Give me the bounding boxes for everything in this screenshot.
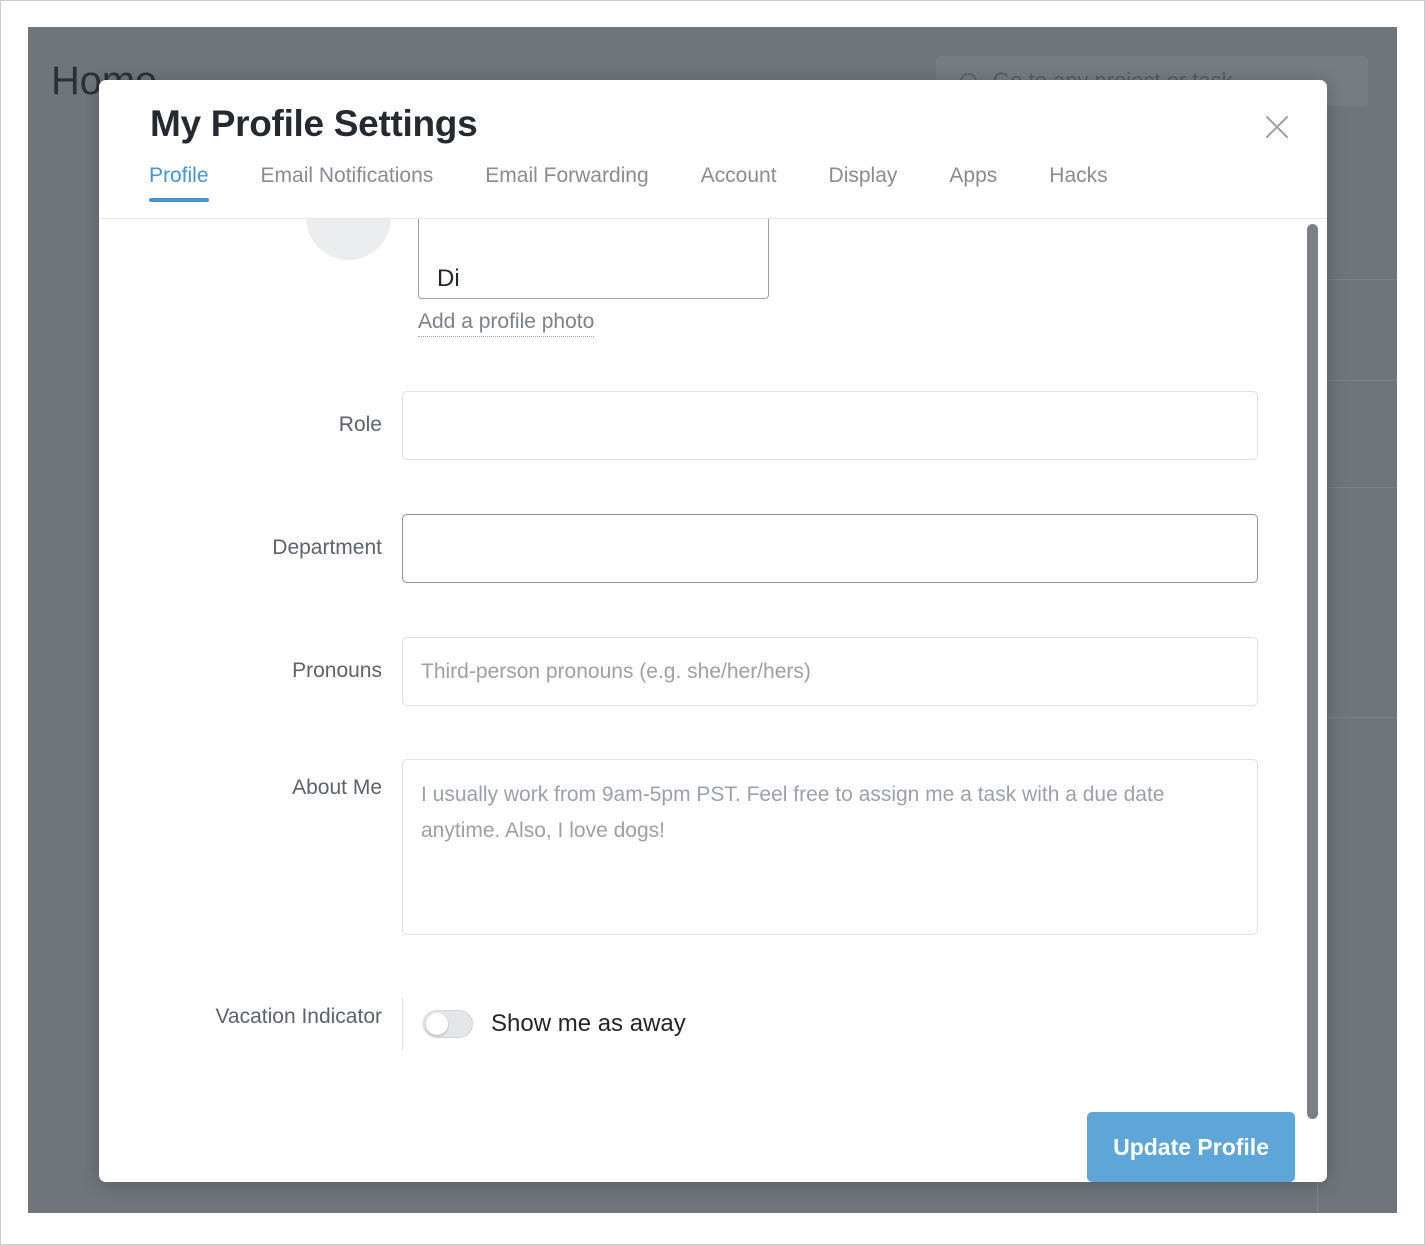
role-input[interactable] — [402, 391, 1258, 460]
role-control — [402, 391, 1327, 460]
name-input[interactable] — [418, 219, 769, 299]
avatar[interactable] — [306, 219, 391, 260]
tab-hacks[interactable]: Hacks — [1049, 164, 1107, 202]
background-row-divider — [1318, 279, 1397, 280]
tab-email-notifications[interactable]: Email Notifications — [261, 164, 434, 202]
about-me-label: About Me — [292, 776, 382, 799]
add-profile-photo-link[interactable]: Add a profile photo — [418, 310, 595, 337]
about-me-control — [402, 759, 1327, 940]
modal-scroll-body: Add a profile photo Role Department — [99, 219, 1327, 1182]
profile-settings-modal: My Profile Settings Profile Email Notifi… — [99, 80, 1327, 1182]
background-row-divider — [1318, 717, 1397, 718]
background-row-divider — [1318, 487, 1397, 488]
tab-email-forwarding[interactable]: Email Forwarding — [485, 164, 648, 202]
close-icon[interactable] — [1255, 105, 1299, 149]
pronouns-label: Pronouns — [292, 659, 382, 682]
tab-account[interactable]: Account — [701, 164, 777, 202]
pronouns-control — [402, 637, 1327, 706]
role-label: Role — [338, 413, 382, 436]
background-row-divider — [1318, 380, 1397, 381]
field-row-vacation-indicator: Vacation Indicator Show me as away — [99, 998, 1327, 1050]
tab-apps[interactable]: Apps — [949, 164, 997, 202]
field-row-pronouns: Pronouns — [99, 637, 1327, 706]
identity-row: Add a profile photo — [99, 219, 1327, 349]
department-input[interactable] — [402, 514, 1258, 583]
profile-form: Add a profile photo Role Department — [99, 219, 1327, 1182]
vacation-toggle-label: Show me as away — [491, 1010, 686, 1037]
tab-display[interactable]: Display — [829, 164, 898, 202]
modal-header: My Profile Settings Profile Email Notifi… — [99, 80, 1327, 219]
modal-footer: Update Profile — [99, 1112, 1327, 1182]
modal-scrollbar-thumb[interactable] — [1307, 224, 1318, 1119]
toggle-knob — [426, 1013, 448, 1035]
department-control — [402, 514, 1327, 583]
pronouns-input[interactable] — [402, 637, 1258, 706]
field-row-role: Role — [99, 391, 1327, 460]
field-row-department: Department — [99, 514, 1327, 583]
page-root: Home Go to any project or task My Profil… — [0, 0, 1425, 1245]
department-label: Department — [272, 536, 382, 559]
vacation-indicator-label: Vacation Indicator — [215, 1005, 382, 1028]
update-profile-button[interactable]: Update Profile — [1087, 1112, 1295, 1182]
vacation-indicator-control: Show me as away — [402, 998, 1327, 1050]
about-me-textarea[interactable] — [402, 759, 1258, 935]
vacation-toggle[interactable] — [423, 1010, 473, 1038]
settings-tabs: Profile Email Notifications Email Forwar… — [99, 164, 1327, 219]
tab-profile[interactable]: Profile — [149, 164, 209, 202]
modal-title: My Profile Settings — [150, 103, 478, 144]
field-row-about-me: About Me — [99, 759, 1327, 940]
